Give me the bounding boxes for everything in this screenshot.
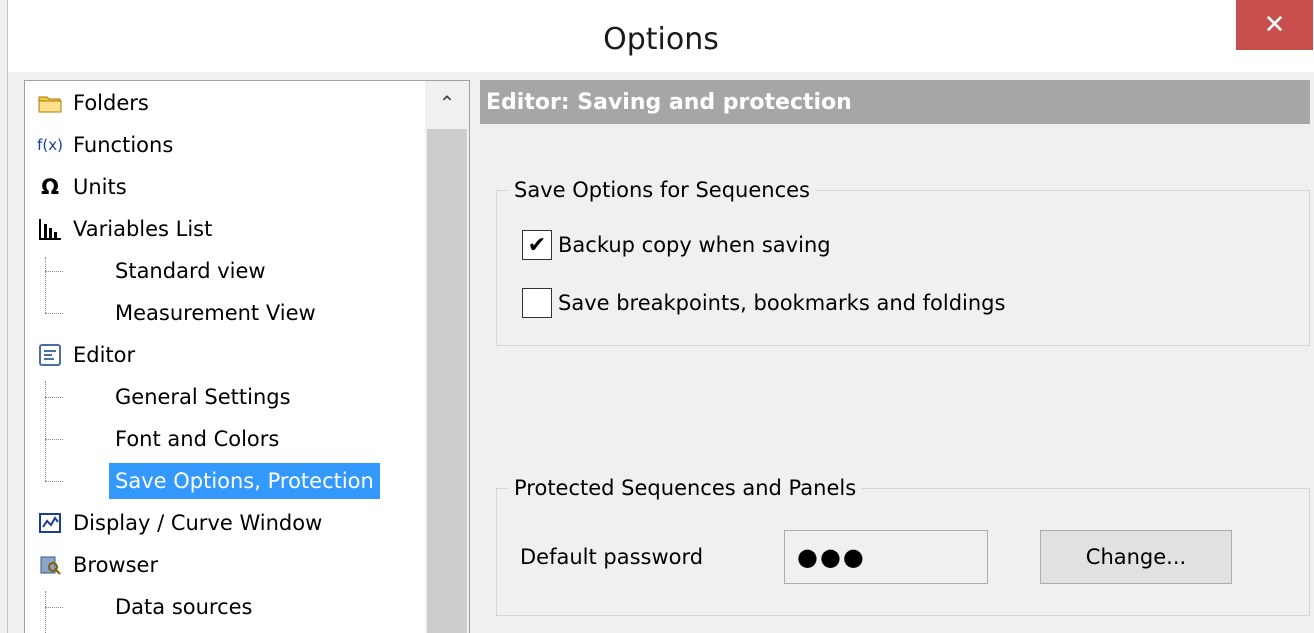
tree-item-display-curve-window[interactable]: Display / Curve Window — [35, 504, 322, 542]
tree-item-label: Browser — [73, 553, 159, 577]
save-breakpoints-label: Save breakpoints, bookmarks and foldings — [558, 291, 1006, 315]
close-button[interactable]: ✕ — [1236, 0, 1313, 50]
tree-item-label: Variables List — [73, 217, 213, 241]
tree-item-general-settings[interactable]: General Settings — [115, 378, 291, 416]
curve-window-icon — [35, 513, 65, 533]
folder-icon — [35, 93, 65, 113]
tree-item-label: Functions — [73, 133, 174, 157]
window-edge — [0, 0, 8, 633]
save-breakpoints-option[interactable]: Save breakpoints, bookmarks and foldings — [522, 288, 1005, 318]
title-bar: Options ✕ — [8, 0, 1314, 72]
checkmark-icon: ✔ — [527, 232, 547, 258]
tree-item-label: Folders — [73, 91, 149, 115]
protection-group-title: Protected Sequences and Panels — [508, 476, 863, 500]
function-icon: f(x) — [37, 136, 63, 154]
tree-item-label: Editor — [73, 343, 136, 367]
tree-connector — [45, 481, 63, 482]
tree-scrollbar[interactable]: ⌃ — [425, 81, 469, 633]
save-options-group-title: Save Options for Sequences — [508, 178, 816, 202]
options-dialog: Options ✕ Folders f(x) Functions Ω Units — [0, 0, 1314, 633]
tree-item-label: Data sources — [115, 595, 253, 619]
backup-copy-label: Backup copy when saving — [558, 233, 831, 257]
tree-item-save-options-protection[interactable]: Save Options, Protection — [109, 462, 380, 500]
backup-copy-option[interactable]: ✔ Backup copy when saving — [522, 230, 831, 260]
tree-connector — [45, 381, 46, 481]
save-options-group — [496, 190, 1310, 346]
editor-icon — [35, 344, 65, 366]
tree-connector — [45, 591, 46, 633]
tree-item-folders[interactable]: Folders — [35, 84, 149, 122]
tree-item-label: Measurement View — [115, 301, 316, 325]
tree-item-font-and-colors[interactable]: Font and Colors — [115, 420, 279, 458]
tree-item-label-selected: Save Options, Protection — [109, 463, 380, 499]
tree-connector — [45, 439, 63, 440]
bar-chart-icon — [35, 218, 65, 240]
save-breakpoints-checkbox[interactable] — [522, 288, 552, 318]
default-password-label: Default password — [520, 545, 704, 569]
tree-item-variables-list[interactable]: Variables List — [35, 210, 212, 248]
tree-connector — [45, 257, 46, 313]
scroll-up-button[interactable]: ⌃ — [425, 81, 469, 125]
tree-connector — [45, 397, 63, 398]
tree-item-functions[interactable]: f(x) Functions — [35, 126, 173, 164]
close-icon: ✕ — [1263, 10, 1286, 40]
tree-item-data-sources[interactable]: Data sources — [115, 588, 253, 626]
panel-header: Editor: Saving and protection — [480, 80, 1310, 124]
default-password-field[interactable]: ●●● — [784, 530, 988, 584]
tree-item-label: Font and Colors — [115, 427, 280, 451]
tree-connector — [45, 271, 63, 272]
tree-item-measurement-view[interactable]: Measurement View — [115, 294, 316, 332]
tree-item-label: Units — [73, 175, 127, 199]
options-tree[interactable]: Folders f(x) Functions Ω Units Variables… — [24, 80, 470, 633]
change-password-button[interactable]: Change... — [1040, 530, 1232, 584]
chevron-up-icon: ⌃ — [438, 91, 456, 115]
tree-item-units[interactable]: Ω Units — [35, 168, 127, 206]
tree-connector — [45, 313, 63, 314]
tree-item-editor[interactable]: Editor — [35, 336, 135, 374]
tree-item-label: Display / Curve Window — [73, 511, 323, 535]
browser-icon — [35, 554, 65, 576]
scroll-thumb[interactable] — [427, 129, 467, 633]
tree-item-label: Standard view — [115, 259, 266, 283]
backup-copy-checkbox[interactable]: ✔ — [522, 230, 552, 260]
tree-item-standard-view[interactable]: Standard view — [115, 252, 266, 290]
omega-icon: Ω — [41, 175, 59, 199]
window-title: Options — [603, 22, 719, 57]
tree-item-label: General Settings — [115, 385, 291, 409]
tree-item-browser[interactable]: Browser — [35, 546, 158, 584]
tree-connector — [45, 607, 63, 608]
